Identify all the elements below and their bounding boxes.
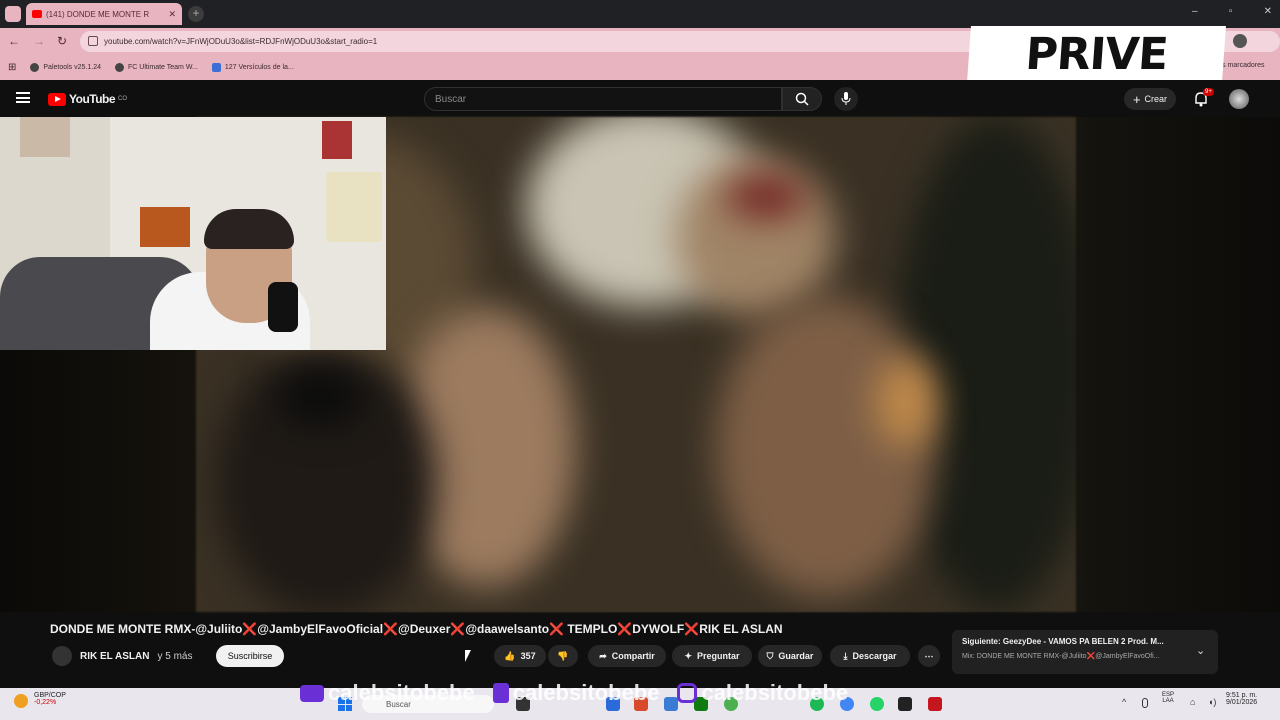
up-next-card[interactable]: Siguiente: GeezyDee - VAMOS PA BELEN 2 P… (952, 630, 1218, 674)
channel-avatar[interactable] (52, 646, 72, 666)
bookmark-item[interactable]: 127 Versículos de la... (211, 62, 294, 72)
share-icon: ➦ (599, 650, 607, 661)
like-button[interactable]: 👍 357 (494, 645, 546, 667)
search-icon (795, 92, 809, 106)
microphone-icon (841, 92, 851, 105)
tab-search-button[interactable] (5, 6, 21, 22)
bookmark-icon: ⛉ (766, 650, 774, 661)
subscribe-button[interactable]: Suscribirse (216, 645, 284, 667)
browser-tab[interactable]: (141) DONDE ME MONTE R ✕ (26, 3, 182, 25)
obs-icon[interactable] (928, 697, 942, 711)
video-title: DONDE ME MONTE RMX-@Juliito❌@JambyElFavo… (50, 622, 783, 636)
ticker-widget[interactable]: GBP/COP -0,22% (34, 692, 66, 706)
streamer-webcam (0, 117, 386, 350)
volume-icon[interactable]: ◖) (1208, 697, 1216, 707)
ask-button[interactable]: ✦ Preguntar (672, 645, 752, 667)
chevron-down-icon[interactable]: ⌄ (1196, 644, 1205, 657)
tab-title: (141) DONDE ME MONTE R (46, 9, 150, 19)
sparkle-icon: ✦ (684, 650, 693, 661)
language-indicator[interactable]: ESP LAA (1162, 692, 1174, 704)
notification-badge: 9+ (1203, 88, 1214, 96)
download-button[interactable]: ⤓ Descargar (830, 645, 910, 667)
microphone-tray-icon[interactable] (1142, 698, 1148, 708)
bookmark-item[interactable]: FC Ultimate Team W... (115, 62, 198, 72)
profile-avatar[interactable] (1233, 34, 1247, 48)
network-icon[interactable]: ⌂ (1190, 697, 1195, 707)
window-controls: – ▫ ✕ (1192, 6, 1272, 22)
close-icon[interactable]: ✕ (1264, 6, 1272, 22)
save-button[interactable]: ⛉ Guardar (758, 645, 822, 667)
new-tab-button[interactable]: + (188, 6, 204, 22)
reload-icon[interactable]: ↻ (57, 34, 67, 48)
mouse-cursor-icon (465, 650, 471, 662)
taskbar-app-icon[interactable] (898, 697, 912, 711)
taskbar-clock[interactable]: 9:51 p. m. 9/01/2026 (1226, 692, 1257, 706)
channel-name[interactable]: RIK EL ASLAN (80, 651, 149, 662)
instagram-icon (677, 683, 698, 703)
more-icon: ⋯ (924, 650, 934, 661)
bookmark-favicon-icon (30, 62, 40, 72)
up-next-title: Siguiente: GeezyDee - VAMOS PA BELEN 2 P… (962, 637, 1164, 646)
forward-icon[interactable]: → (33, 34, 45, 48)
search-button[interactable] (782, 87, 822, 111)
voice-search-button[interactable] (834, 87, 858, 111)
whatsapp-icon[interactable] (870, 697, 884, 711)
create-button[interactable]: + Crear (1124, 88, 1176, 110)
close-icon[interactable]: ✕ (168, 9, 176, 20)
maximize-icon[interactable]: ▫ (1229, 6, 1233, 22)
stream-handle-overlay: calebsitobebe calebsitobebe calebsitobeb… (300, 680, 848, 705)
back-icon[interactable]: ← (8, 34, 20, 48)
bookmark-item[interactable]: Paletools v25.1.24 (30, 62, 101, 72)
youtube-play-icon (48, 92, 66, 106)
bookmark-favicon-icon (211, 62, 221, 72)
channel-info[interactable]: RIK EL ASLAN y 5 más (52, 646, 192, 666)
share-button[interactable]: ➦ Compartir (588, 645, 666, 667)
bookmark-favicon-icon (115, 62, 124, 72)
search-input[interactable]: Buscar (424, 87, 782, 111)
apps-icon[interactable]: ⊞ (8, 62, 16, 73)
tray-chevron-icon[interactable]: ^ (1122, 697, 1126, 707)
up-next-playlist: Mix: DONDE ME MONTE RMX-@Juliito❌@JambyE… (962, 653, 1160, 660)
weather-icon (14, 694, 28, 708)
menu-icon[interactable] (16, 92, 30, 103)
plus-icon: + (1132, 91, 1141, 107)
youtube-logo[interactable]: YouTube CO (48, 92, 127, 106)
thumbs-up-icon: 👍 (504, 650, 516, 661)
youtube-icon (300, 684, 324, 702)
thumbs-down-icon: 👎 (557, 650, 569, 661)
download-icon: ⤓ (843, 650, 848, 661)
dislike-button[interactable]: 👎 (548, 645, 578, 667)
site-info-icon[interactable] (88, 36, 98, 46)
minimize-icon[interactable]: – (1192, 6, 1198, 22)
more-actions-button[interactable]: ⋯ (918, 645, 940, 667)
channel-more[interactable]: y 5 más (157, 651, 192, 662)
youtube-favicon-icon (32, 10, 42, 18)
account-avatar[interactable] (1229, 89, 1249, 109)
prive-overlay-logo: PRIVE (967, 26, 1226, 82)
tiktok-icon (492, 683, 509, 703)
